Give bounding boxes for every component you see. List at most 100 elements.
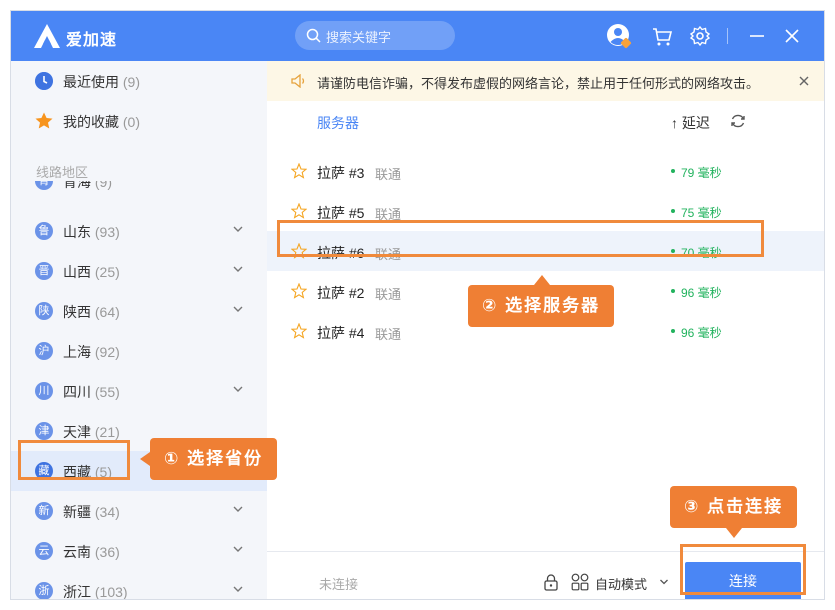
sidebar-item-label: 上海 (92) — [63, 344, 120, 360]
region-badge: 浙 — [35, 582, 53, 599]
sidebar-item-label: 山西 (25) — [63, 264, 120, 280]
title-bar: 爱加速 搜索关键字 — [11, 11, 824, 61]
sidebar-item-shaanxi[interactable]: 陕 陕西 (64) — [11, 291, 267, 331]
mode-select[interactable]: 自动模式 — [595, 574, 647, 593]
sidebar-item-label: 浙江 (103) — [63, 584, 128, 600]
sidebar-item-label: 陕西 (64) — [63, 304, 120, 320]
sidebar-item-label: 新疆 (34) — [63, 504, 120, 520]
tutorial-step-3-text: ③ 点击连接 — [684, 497, 784, 516]
highlight-server — [277, 220, 764, 257]
tutorial-step-1: ① 选择省份 — [140, 438, 278, 480]
column-header-server[interactable]: 服务器 — [317, 113, 359, 133]
chevron-down-icon[interactable] — [232, 263, 244, 275]
speaker-icon — [291, 74, 305, 88]
sidebar-item-shandong[interactable]: 鲁 山东 (93) — [11, 211, 267, 251]
latency-dot — [671, 329, 675, 333]
sidebar-item-sichuan[interactable]: 川 四川 (55) — [11, 371, 267, 411]
server-name: 拉萨 #3 — [317, 165, 365, 181]
connection-status: 未连接 — [319, 577, 359, 592]
server-row[interactable]: 拉萨 #3 联通 79 毫秒 — [267, 151, 824, 191]
lock-icon[interactable] — [543, 573, 559, 591]
sidebar-item-shanghai[interactable]: 沪 上海 (92) — [11, 331, 267, 371]
region-badge: 川 — [35, 382, 53, 400]
highlight-connect — [680, 544, 806, 595]
chevron-down-icon[interactable] — [232, 503, 244, 515]
tutorial-step-2-text: ② 选择服务器 — [482, 296, 601, 315]
app-logo-icon — [34, 24, 60, 48]
sidebar-item-shanxi[interactable]: 晋 山西 (25) — [11, 251, 267, 291]
sidebar-item-label: 山东 (93) — [63, 224, 120, 240]
grid-mode-icon[interactable] — [571, 573, 589, 591]
search-input[interactable]: 搜索关键字 — [295, 21, 455, 50]
tutorial-step-1-text: ① 选择省份 — [164, 449, 264, 468]
close-icon[interactable] — [797, 74, 811, 88]
sidebar-item-zhejiang[interactable]: 浙 浙江 (103) — [11, 571, 267, 600]
server-isp: 联通 — [375, 167, 402, 182]
sidebar-item-favorites[interactable]: 我的收藏 (0) — [11, 101, 267, 141]
region-badge: 陕 — [35, 302, 53, 320]
chevron-down-icon[interactable] — [232, 543, 244, 555]
minimize-icon[interactable] — [744, 23, 770, 49]
sidebar-item-qinghai[interactable]: 青 青海 (9) — [11, 181, 267, 193]
server-latency: 96 毫秒 — [681, 286, 722, 300]
sidebar-item-label: 四川 (55) — [63, 384, 120, 400]
chevron-down-icon[interactable] — [232, 583, 244, 595]
chevron-down-icon[interactable] — [232, 303, 244, 315]
search-placeholder: 搜索关键字 — [326, 30, 392, 45]
latency-dot — [671, 209, 675, 213]
titlebar-divider — [727, 28, 728, 44]
sidebar-item-yunnan[interactable]: 云 云南 (36) — [11, 531, 267, 571]
latency-dot — [671, 289, 675, 293]
latency-dot — [671, 169, 675, 173]
chevron-down-icon[interactable] — [232, 383, 244, 395]
region-badge: 沪 — [35, 342, 53, 360]
close-icon[interactable] — [779, 23, 805, 49]
callout-arrow — [726, 528, 742, 538]
sidebar-item-label: 我的收藏 (0) — [63, 114, 141, 130]
clock-icon — [35, 72, 53, 90]
region-section-title: 线路地区 — [36, 165, 89, 180]
app-window: 爱加速 搜索关键字 最近使用 (9) 我的收藏 (0) 线路地区 青 青海 (9… — [10, 10, 825, 600]
server-isp: 联通 — [375, 327, 402, 342]
star-outline-icon[interactable] — [291, 283, 307, 299]
column-header-latency[interactable]: ↑ 延迟 — [671, 113, 710, 133]
callout-arrow — [140, 452, 150, 466]
star-outline-icon[interactable] — [291, 163, 307, 179]
region-badge: 云 — [35, 542, 53, 560]
region-badge: 鲁 — [35, 222, 53, 240]
star-outline-icon[interactable] — [291, 323, 307, 339]
sidebar-item-label: 天津 (21) — [63, 424, 120, 440]
tutorial-step-3: ③ 点击连接 — [670, 486, 798, 538]
sidebar-item-label: 最近使用 (9) — [63, 74, 141, 90]
search-icon — [306, 28, 321, 43]
star-filled-icon — [35, 112, 53, 129]
sidebar-item-recent[interactable]: 最近使用 (9) — [11, 61, 267, 101]
highlight-region — [18, 440, 130, 480]
chevron-down-icon[interactable] — [659, 577, 669, 587]
server-isp: 联通 — [375, 287, 402, 302]
region-badge: 津 — [35, 422, 53, 440]
server-latency: 96 毫秒 — [681, 326, 722, 340]
server-latency: 75 毫秒 — [681, 206, 722, 220]
gear-icon[interactable] — [687, 23, 713, 49]
server-name: 拉萨 #2 — [317, 285, 365, 301]
server-name: 拉萨 #4 — [317, 325, 365, 341]
sidebar-item-xinjiang[interactable]: 新 新疆 (34) — [11, 491, 267, 531]
chevron-down-icon[interactable] — [232, 223, 244, 235]
callout-arrow — [534, 275, 550, 285]
tutorial-step-2: ② 选择服务器 — [468, 275, 615, 327]
star-outline-icon[interactable] — [291, 203, 307, 219]
avatar-icon[interactable] — [606, 23, 632, 49]
app-name: 爱加速 — [66, 32, 118, 49]
sidebar-item-label: 云南 (36) — [63, 544, 120, 560]
notice-text: 请谨防电信诈骗，不得发布虚假的网络言论，禁止用于任何形式的网络攻击。 — [317, 76, 760, 91]
region-list-clip: 青 青海 (9) — [11, 181, 267, 193]
sidebar-item-label: 青海 (9) — [63, 181, 113, 190]
cart-icon[interactable] — [649, 23, 675, 49]
notice-bar: 请谨防电信诈骗，不得发布虚假的网络言论，禁止用于任何形式的网络攻击。 — [267, 61, 824, 101]
refresh-icon[interactable] — [730, 113, 746, 129]
server-latency: 79 毫秒 — [681, 166, 722, 180]
region-badge: 青 — [35, 181, 53, 190]
sidebar: 最近使用 (9) 我的收藏 (0) 线路地区 青 青海 (9) 鲁 山东 (93… — [11, 61, 267, 600]
region-badge: 新 — [35, 502, 53, 520]
